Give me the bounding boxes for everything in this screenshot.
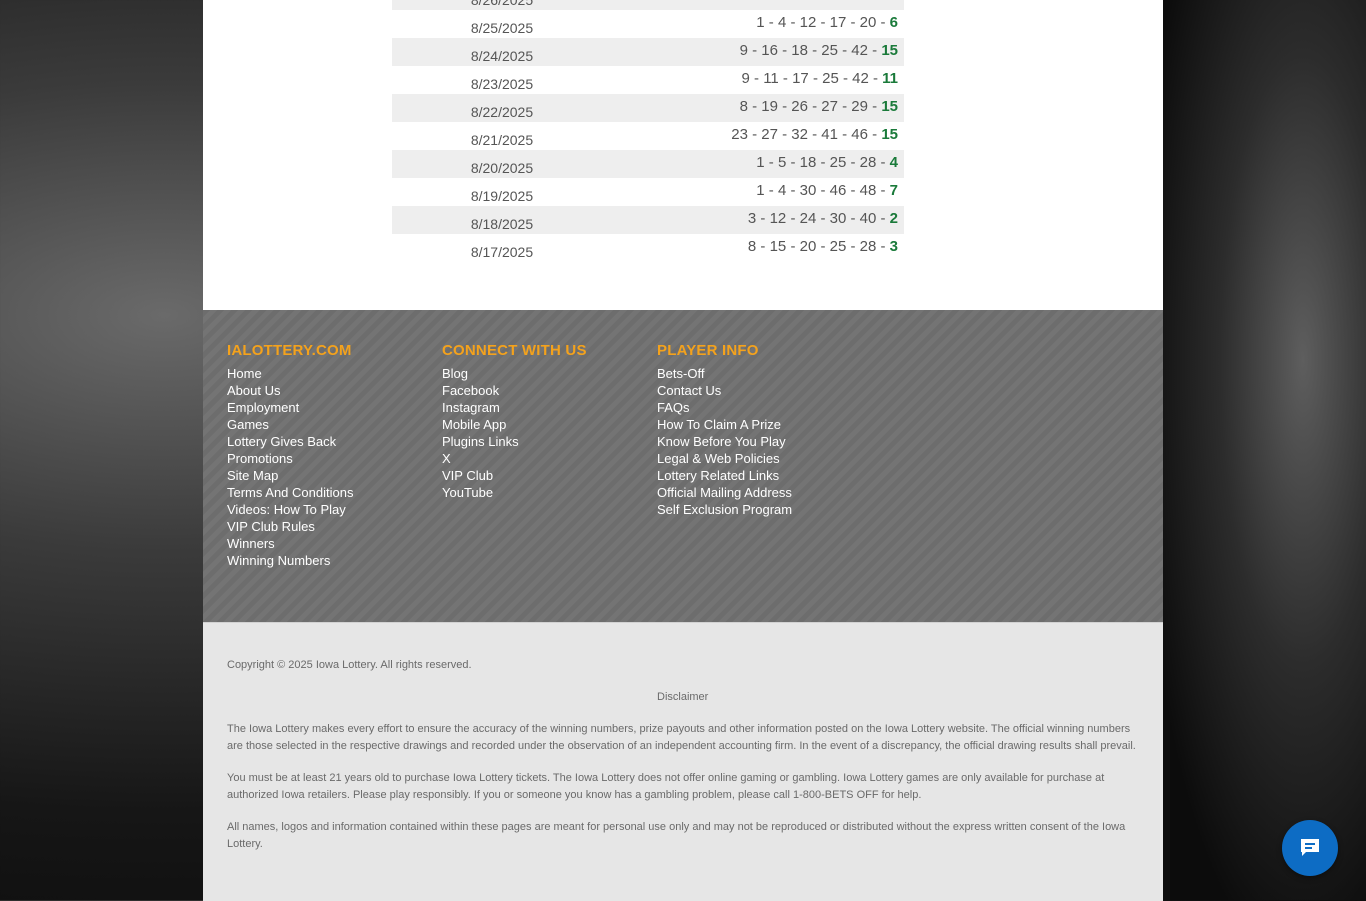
footer-col-connect: CONNECT WITH US Blog Facebook Instagram Mob… (442, 342, 587, 501)
footer-link-facebook[interactable]: Facebook (442, 382, 587, 399)
footer-heading-connect: CONNECT WITH US (442, 342, 587, 359)
footer-link-about-us[interactable]: About Us (227, 382, 353, 399)
footer-link-youtube[interactable]: YouTube (442, 484, 587, 501)
footer-link-winning-numbers[interactable]: Winning Numbers (227, 552, 353, 569)
results-table: 8/26/2025 8/25/2025 1 - 4 - 12 - 17 - 20 -… (203, 0, 1163, 310)
footer-link-site-map[interactable]: Site Map (227, 467, 353, 484)
winning-numbers: 8 - 19 - 26 - 27 - 29 - 15 (740, 98, 898, 115)
chat-bubble-icon (1301, 839, 1319, 856)
main-numbers: 9 - 11 - 17 - 25 - 42 - (741, 70, 883, 87)
footer-link-faqs[interactable]: FAQs (657, 399, 792, 416)
disclaimer-title-label: Disclaimer (657, 691, 709, 703)
winning-numbers: 1 - 5 - 18 - 25 - 28 - 4 (756, 154, 898, 171)
bonus-number: 11 (882, 70, 898, 87)
draw-date: 8/22/2025 (470, 104, 534, 120)
result-row: 8/18/2025 3 - 12 - 24 - 30 - 40 - 2 (392, 206, 904, 234)
draw-date: 8/17/2025 (470, 244, 534, 260)
footer-link-employment[interactable]: Employment (227, 399, 353, 416)
footer-link-official-mailing-address[interactable]: Official Mailing Address (657, 484, 792, 501)
bonus-number: 7 (889, 182, 898, 199)
main-numbers: 3 - 12 - 24 - 30 - 40 - (747, 210, 890, 227)
winning-numbers: 8 - 15 - 20 - 25 - 28 - 3 (748, 238, 898, 255)
winning-numbers: 23 - 27 - 32 - 41 - 46 - 15 (731, 126, 898, 143)
main-numbers: 1 - 5 - 18 - 25 - 28 - (756, 154, 890, 171)
result-row: 8/22/2025 8 - 19 - 26 - 27 - 29 - 15 (392, 94, 904, 122)
main-numbers: 8 - 19 - 26 - 27 - 29 - (739, 98, 882, 115)
footer-link-how-to-claim-a-prize[interactable]: How To Claim A Prize (657, 416, 792, 433)
footer-link-terms-and-conditions[interactable]: Terms And Conditions (227, 484, 353, 501)
footer-link-home[interactable]: Home (227, 365, 353, 382)
main-numbers: 9 - 16 - 18 - 25 - 42 - (739, 42, 882, 59)
bonus-number: 15 (881, 42, 898, 59)
result-row: 8/26/2025 (392, 0, 904, 10)
footer-link-x[interactable]: X (442, 450, 587, 467)
footer-link-blog[interactable]: Blog (442, 365, 587, 382)
result-row: 8/17/2025 8 - 15 - 20 - 25 - 28 - 3 (392, 234, 904, 262)
footer-col-player-info: PLAYER INFO Bets-Off Contact Us FAQs How To… (657, 342, 792, 518)
result-row: 8/20/2025 1 - 5 - 18 - 25 - 28 - 4 (392, 150, 904, 178)
draw-date: 8/23/2025 (470, 76, 534, 92)
footer-col-ialottery: IALOTTERY.COM Home About Us Employment Game… (227, 342, 353, 569)
result-row: 8/21/2025 23 - 27 - 32 - 41 - 46 - 15 (392, 122, 904, 150)
footer-links-section: IALOTTERY.COM Home About Us Employment Game… (203, 310, 1163, 622)
footer-link-legal-web-policies[interactable]: Legal & Web Policies (657, 450, 792, 467)
disclaimer-age-text: You must be at least 21 years old to pur… (227, 772, 1105, 801)
bonus-number: 2 (889, 210, 898, 227)
bonus-number: 15 (881, 98, 898, 115)
winning-numbers: 1 - 4 - 12 - 17 - 20 - 6 (756, 14, 898, 31)
footer-link-self-exclusion-program[interactable]: Self Exclusion Program (657, 501, 792, 518)
draw-date: 8/19/2025 (470, 188, 534, 204)
footer-link-lottery-gives-back[interactable]: Lottery Gives Back (227, 433, 353, 450)
footer-heading-ialottery: IALOTTERY.COM (227, 342, 352, 359)
copyright-text: Copyright © 2025 Iowa Lottery. All right… (227, 659, 472, 671)
footer-link-videos-how-to-play[interactable]: Videos: How To Play (227, 501, 353, 518)
bonus-number: 4 (889, 154, 898, 171)
result-row: 8/25/2025 1 - 4 - 12 - 17 - 20 - 6 (392, 10, 904, 38)
page-container: 8/26/2025 8/25/2025 1 - 4 - 12 - 17 - 20 -… (203, 0, 1163, 901)
disclaimer-rights-text: All names, logos and information contain… (227, 821, 1126, 850)
bonus-number: 3 (889, 238, 898, 255)
disclaimer-accuracy-text: The Iowa Lottery makes every effort to e… (227, 723, 1136, 752)
result-row: 8/23/2025 9 - 11 - 17 - 25 - 42 - 11 (392, 66, 904, 94)
footer-link-vip-club-rules[interactable]: VIP Club Rules (227, 518, 353, 535)
footer-link-promotions[interactable]: Promotions (227, 450, 353, 467)
draw-date: 8/18/2025 (470, 216, 534, 232)
chat-button[interactable] (1282, 820, 1338, 876)
footer-link-know-before-you-play[interactable]: Know Before You Play (657, 433, 792, 450)
draw-date: 8/20/2025 (470, 160, 534, 176)
main-numbers: 23 - 27 - 32 - 41 - 46 - (731, 126, 882, 143)
main-numbers: 1 - 4 - 12 - 17 - 20 - (756, 14, 890, 31)
result-row: 8/19/2025 1 - 4 - 30 - 46 - 48 - 7 (392, 178, 904, 206)
footer-link-winners[interactable]: Winners (227, 535, 353, 552)
draw-date: 8/25/2025 (470, 20, 534, 36)
winning-numbers: 9 - 11 - 17 - 25 - 42 - 11 (742, 70, 898, 87)
draw-date: 8/24/2025 (470, 48, 534, 64)
footer-link-lottery-related-links[interactable]: Lottery Related Links (657, 467, 792, 484)
results-rows: 8/26/2025 8/25/2025 1 - 4 - 12 - 17 - 20 -… (392, 0, 904, 262)
main-numbers: 8 - 15 - 20 - 25 - 28 - (747, 238, 890, 255)
footer-link-mobile-app[interactable]: Mobile App (442, 416, 587, 433)
bonus-number: 15 (881, 126, 898, 143)
footer-link-bets-off[interactable]: Bets-Off (657, 365, 792, 382)
winning-numbers: 1 - 4 - 30 - 46 - 48 - 7 (756, 182, 898, 199)
footer-link-games[interactable]: Games (227, 416, 353, 433)
draw-date: 8/21/2025 (470, 132, 534, 148)
footer-link-contact-us[interactable]: Contact Us (657, 382, 792, 399)
footer-link-plugins-links[interactable]: Plugins Links (442, 433, 587, 450)
legal-section: Copyright © 2025 Iowa Lottery. All right… (203, 622, 1163, 901)
winning-numbers: 9 - 16 - 18 - 25 - 42 - 15 (740, 42, 898, 59)
bonus-number: 6 (889, 14, 898, 31)
result-row: 8/24/2025 9 - 16 - 18 - 25 - 42 - 15 (392, 38, 904, 66)
winning-numbers: 3 - 12 - 24 - 30 - 40 - 2 (748, 210, 898, 227)
background-smoke (1156, 0, 1366, 900)
main-numbers: 1 - 4 - 30 - 46 - 48 - (756, 182, 890, 199)
footer-link-vip-club[interactable]: VIP Club (442, 467, 587, 484)
footer-heading-player-info: PLAYER INFO (657, 342, 759, 359)
footer-link-instagram[interactable]: Instagram (442, 399, 587, 416)
draw-date: 8/26/2025 (470, 0, 534, 8)
